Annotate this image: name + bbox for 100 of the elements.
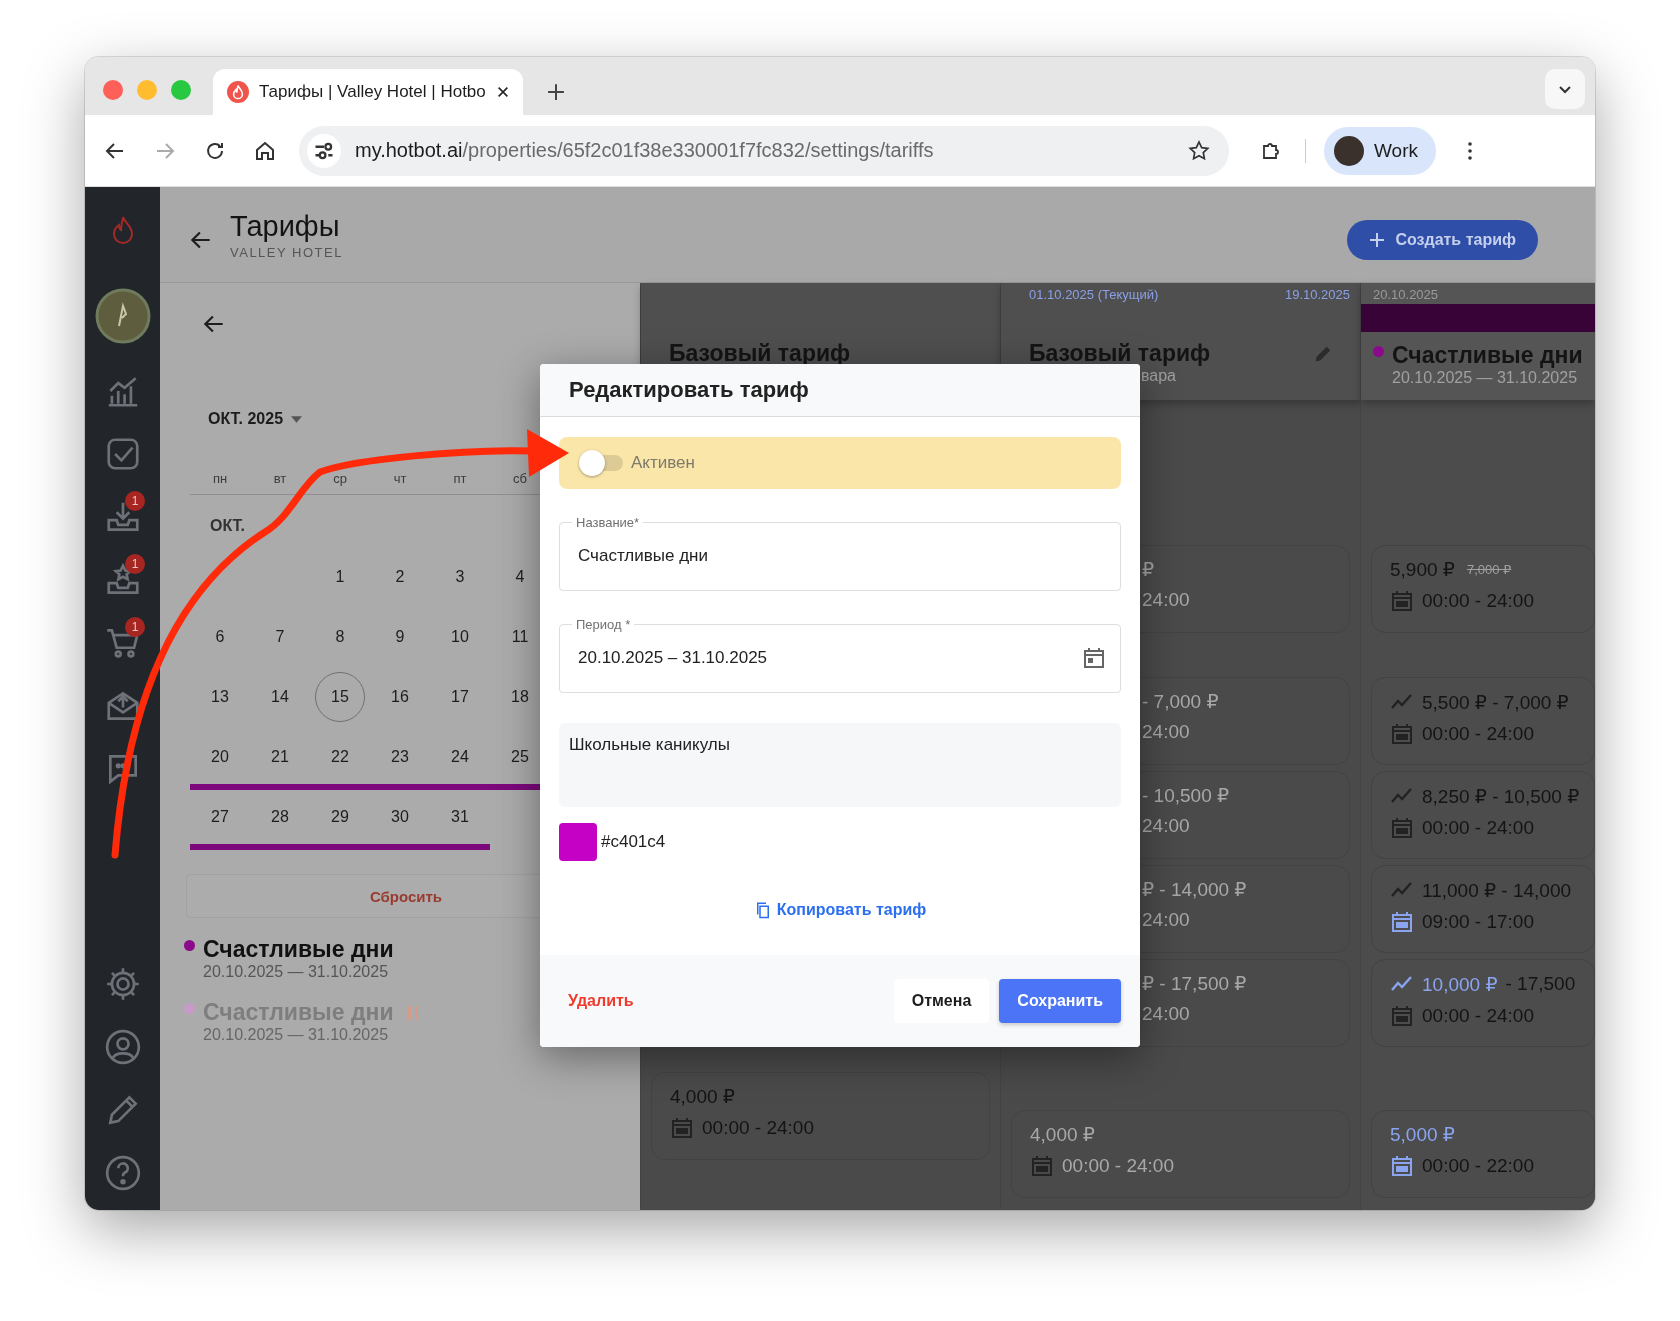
time-range: 00:00 - 24:00 [1422, 590, 1534, 612]
flame-logo-icon[interactable] [110, 215, 135, 245]
calendar-day[interactable]: 8 [315, 612, 365, 662]
weekday-label: пт [452, 471, 468, 486]
column-date: 01.10.2025 (Текущий) [1029, 287, 1159, 302]
calendar-day[interactable]: 24 [435, 732, 485, 782]
price-text: ₽ - 17,500 ₽ [1142, 972, 1247, 995]
calendar-day[interactable]: 2 [375, 552, 425, 602]
weekday-label: сб [512, 471, 528, 486]
rate-card[interactable]: 5,000 ₽ 00:00 - 22:00 [1371, 1110, 1595, 1198]
calendar-day[interactable]: 9 [375, 612, 425, 662]
address-bar[interactable]: my.hotbot.ai/properties/65f2c01f38e330001f7fc832/settings/tariffs [299, 125, 1229, 176]
calendar-day[interactable]: 15 [315, 672, 365, 722]
close-window-button[interactable] [103, 80, 123, 100]
notification-badge: 1 [125, 491, 145, 511]
account-logo-icon[interactable] [94, 288, 151, 344]
pause-icon [407, 1005, 418, 1020]
weekday-label: вт [272, 471, 288, 486]
cancel-button[interactable]: Отмена [893, 979, 990, 1023]
active-toggle[interactable] [579, 450, 623, 476]
site-settings-icon[interactable] [307, 133, 341, 168]
profile-button[interactable]: Work [1324, 126, 1436, 175]
color-code: #c401c4 [601, 832, 666, 852]
calendar-day[interactable]: 22 [315, 732, 365, 782]
notification-badge: 1 [125, 554, 145, 574]
time-range: 09:00 - 17:00 [1422, 911, 1534, 933]
browser-tab[interactable]: Тарифы | Valley Hotel | Hotbo [213, 69, 523, 115]
field-value: 20.10.2025 – 31.10.2025 [578, 648, 768, 668]
calendar-day[interactable]: 23 [375, 732, 425, 782]
period-field[interactable]: Период * 20.10.2025 – 31.10.2025 [559, 617, 1121, 693]
close-icon[interactable] [495, 85, 510, 99]
tariff-dates: 20.10.2025 — 31.10.2025 [203, 963, 390, 981]
calendar-day[interactable]: 3 [435, 552, 485, 602]
notification-badge: 1 [125, 617, 145, 637]
calendar-day[interactable]: 20 [195, 732, 245, 782]
toggle-label: Активен [631, 453, 695, 473]
price-text: 10,000 ₽ [1422, 972, 1498, 996]
column-title: Счастливые дни [1392, 342, 1583, 369]
price-text: 5,000 ₽ [1390, 1123, 1455, 1146]
weekday-label: пн [211, 471, 229, 486]
save-button[interactable]: Сохранить [999, 979, 1121, 1023]
time-range: 24:00 [1142, 1003, 1190, 1025]
calendar-day[interactable]: 16 [375, 672, 425, 722]
plus-icon [1369, 231, 1386, 248]
old-price: 7,000 ₽ [1466, 562, 1512, 577]
calendar-icon[interactable] [1082, 646, 1106, 670]
column-title: Базовый тариф [1029, 340, 1211, 367]
calendar-day[interactable]: 30 [375, 792, 425, 842]
price-text: ₽ - 14,000 ₽ [1142, 878, 1247, 901]
plus-icon[interactable] [547, 83, 565, 101]
weekday-label: чт [392, 471, 408, 486]
time-range: 00:00 - 24:00 [1062, 1155, 1174, 1177]
price-text: 5,500 ₽ - 7,000 ₽ [1422, 690, 1569, 714]
time-range: 24:00 [1142, 721, 1190, 743]
rate-card[interactable]: 4,000 ₽ 00:00 - 24:00 [1011, 1110, 1350, 1198]
time-range: 24:00 [1142, 815, 1190, 837]
maximize-window-button[interactable] [171, 80, 191, 100]
calendar-day[interactable]: 21 [255, 732, 305, 782]
price-text: - 10,500 ₽ [1142, 784, 1230, 807]
calendar-day[interactable]: 1 [315, 552, 365, 602]
time-range: 00:00 - 22:00 [1422, 1155, 1534, 1177]
calendar-day[interactable]: 10 [435, 612, 485, 662]
calendar-day[interactable]: 28 [255, 792, 305, 842]
rate-card[interactable]: 10,000 ₽ - 17,500 00:00 - 24:00 [1371, 959, 1595, 1047]
flame-icon [227, 81, 249, 103]
price-text: - 7,000 ₽ [1142, 690, 1219, 713]
field-value: Школьные каникулы [569, 735, 730, 754]
description-field[interactable]: Школьные каникулы [559, 723, 1121, 807]
name-field[interactable]: Название* Счастливые дни [559, 515, 1121, 591]
user-icon[interactable] [103, 1027, 142, 1066]
help-icon[interactable] [103, 1153, 142, 1192]
time-range: 00:00 - 24:00 [1422, 817, 1534, 839]
price-text: 4,000 ₽ [1030, 1123, 1095, 1146]
time-range: 24:00 [1142, 909, 1190, 931]
hotel-name: VALLEY HOTEL [230, 244, 343, 260]
bookmark-star-icon[interactable] [1187, 138, 1211, 163]
dialog-title: Редактировать тариф [569, 377, 809, 403]
create-tariff-button[interactable]: Создать тариф [1347, 219, 1538, 260]
calendar-day[interactable]: 27 [195, 792, 245, 842]
column-title: Базовый тариф [669, 340, 851, 367]
copy-tariff-link[interactable]: Копировать тариф [753, 901, 927, 919]
price-text: 11,000 ₽ - 14,000 [1422, 878, 1572, 902]
calendar-day[interactable]: 31 [435, 792, 485, 842]
tariff-name[interactable]: Счастливые дни [203, 936, 394, 963]
calendar-day[interactable]: 29 [315, 792, 365, 842]
calendar-day[interactable]: 6 [195, 612, 245, 662]
calendar-day[interactable]: 13 [195, 672, 245, 722]
field-label: Период * [575, 617, 632, 632]
month-selector[interactable]: ОКТ. 2025 [208, 410, 303, 428]
calendar-day[interactable]: 14 [255, 672, 305, 722]
color-swatch[interactable] [559, 823, 597, 861]
calendar-day[interactable]: 17 [435, 672, 485, 722]
url-text: my.hotbot.ai/properties/65f2c01f38e330001f7fc832/settings/tariffs [355, 139, 934, 162]
month-label: ОКТ. [210, 517, 246, 534]
column-end-date: 19.10.2025 [1284, 287, 1350, 302]
price-text: ₽ [1142, 558, 1155, 581]
avatar-icon [1334, 135, 1364, 166]
tariff-dates: 20.10.2025 — 31.10.2025 [203, 1026, 390, 1044]
delete-button[interactable]: Удалить [568, 979, 634, 1023]
calendar-day[interactable]: 7 [255, 612, 305, 662]
